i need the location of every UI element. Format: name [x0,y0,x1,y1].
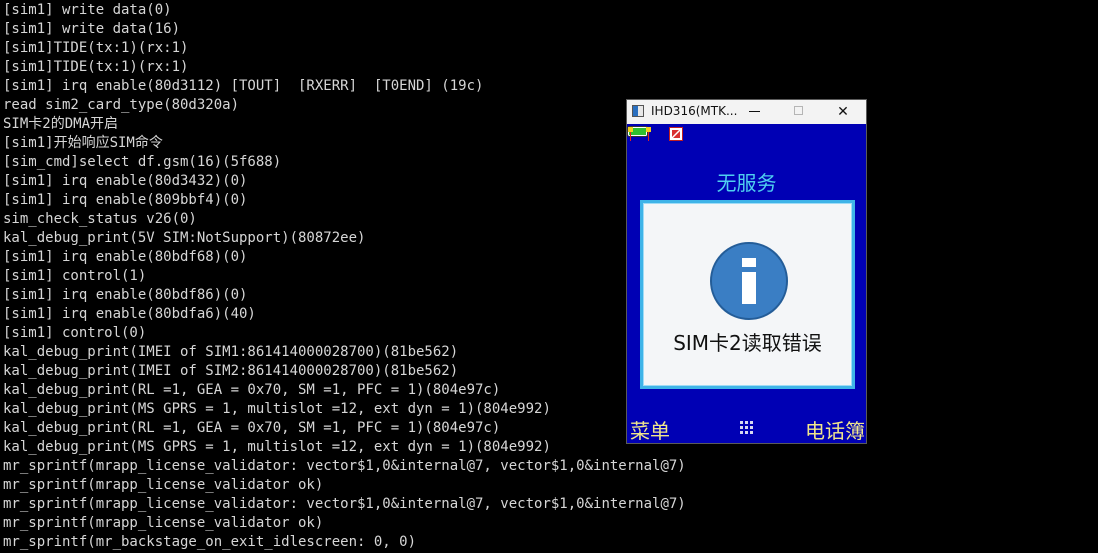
log-line: [sim1] control(0) [3,325,147,341]
log-line: kal_debug_print(RL =1, GEA = 0x70, SM =1… [3,420,501,436]
message-icon [669,127,683,141]
minimize-button[interactable] [735,100,775,124]
log-line: kal_debug_print(MS GPRS = 1, multislot =… [3,439,551,455]
info-icon [710,242,788,320]
close-button[interactable]: ✕ [823,100,863,124]
app-window-icon [632,105,644,117]
log-line: mr_sprintf(mr_backstage_on_exit_idlescre… [3,534,417,550]
log-line: [sim1]TIDE(tx:1)(rx:1) [3,59,189,75]
log-line: [sim1]TIDE(tx:1)(rx:1) [3,40,189,56]
log-line: mr_sprintf(mrapp_license_validator ok) [3,515,324,531]
log-line: kal_debug_print(IMEI of SIM2:86141400002… [3,363,459,379]
log-line: SIM卡2的DMA开启 [3,116,119,132]
dialog-message: SIM卡2读取错误 [673,331,822,355]
log-line: kal_debug_print(5V SIM:NotSupport)(80872… [3,230,366,246]
log-line: [sim_cmd]select df.gsm(16)(5f688) [3,154,282,170]
maximize-button[interactable] [779,100,819,124]
log-line: [sim1] irq enable(80d3432)(0) [3,173,248,189]
window-title: IHD316(MTK... [651,104,738,118]
log-line: [sim1] irq enable(80bdf86)(0) [3,287,248,303]
log-line: kal_debug_print(IMEI of SIM1:86141400002… [3,344,459,360]
log-line: mr_sprintf(mrapp_license_validator: vect… [3,458,686,474]
antenna-pin-icon [628,127,633,141]
softkey-phonebook[interactable]: 电话簿 [805,415,865,444]
log-line: read sim2_card_type(80d320a) [3,97,240,113]
network-status: 无服务 [716,171,777,195]
log-line: kal_debug_print(RL =1, GEA = 0x70, SM =1… [3,382,501,398]
log-line: mr_sprintf(mrapp_license_validator ok) [3,477,324,493]
maximize-icon [794,106,803,115]
emulator-window[interactable]: IHD316(MTK... ✕ 无服务 SIM卡2读取错误 菜单 电话簿 [626,99,867,444]
log-line: [sim1] irq enable(80bdf68)(0) [3,249,248,265]
minimize-icon [749,111,760,112]
log-line: [sim1] irq enable(80d3112) [TOUT] [RXERR… [3,78,484,94]
log-line: [sim1]开始响应SIM命令 [3,135,163,151]
menu-grid-icon[interactable] [740,421,754,435]
title-bar[interactable]: IHD316(MTK... ✕ [627,100,866,124]
phone-screen: 无服务 SIM卡2读取错误 菜单 电话簿 [627,124,866,443]
log-line: [sim1] control(1) [3,268,147,284]
log-line: [sim1] write data(16) [3,21,181,37]
info-dialog: SIM卡2读取错误 [640,200,855,389]
log-line: [sim1] write data(0) [3,2,172,18]
softkey-menu[interactable]: 菜单 [630,415,670,444]
close-icon: ✕ [837,104,849,120]
log-line: [sim1] irq enable(80bdfa6)(40) [3,306,256,322]
antenna-pin-icon [646,127,651,141]
log-line: mr_sprintf(mrapp_license_validator: vect… [3,496,686,512]
console-output: [sim1] write data(0) [sim1] write data(16… [0,0,1098,553]
log-line: kal_debug_print(MS GPRS = 1, multislot =… [3,401,551,417]
log-line: sim_check_status v26(0) [3,211,197,227]
log-line: [sim1] irq enable(809bbf4)(0) [3,192,248,208]
